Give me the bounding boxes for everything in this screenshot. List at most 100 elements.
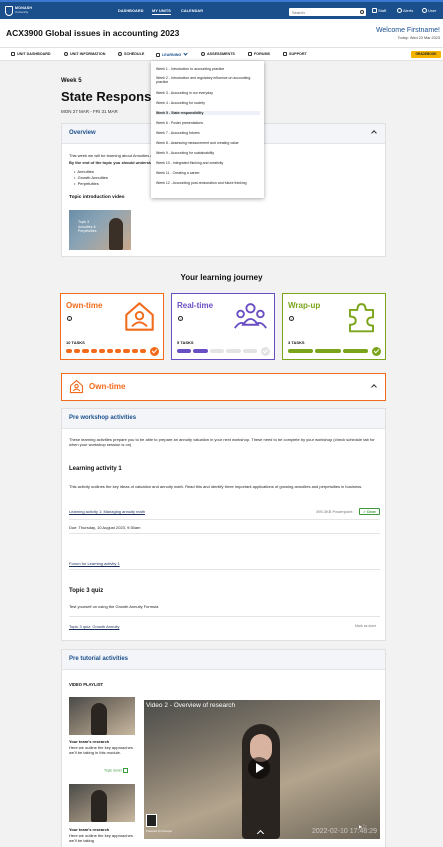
learning-dropdown-menu: Week 1 - Introduction to accounting prac… bbox=[151, 61, 264, 198]
tab-unit-dashboard[interactable]: UNIT DASHBOARD bbox=[11, 52, 51, 57]
week-dates: MON 27 MAR - FRI 31 MAR bbox=[61, 109, 118, 114]
dropdown-item-week-6[interactable]: Week 6 - Poster presentations bbox=[156, 121, 260, 125]
chevron-down-icon bbox=[183, 51, 188, 56]
progress-segment bbox=[139, 349, 146, 353]
pre-tutorial-header: Pre tutorial activities bbox=[62, 650, 385, 670]
journey-card-title: Real-time bbox=[177, 301, 214, 310]
pre-tutorial-title: Pre tutorial activities bbox=[69, 656, 129, 662]
course-title: ACX3900 Global issues in accounting 2023 bbox=[6, 28, 180, 38]
dropdown-item-week-12[interactable]: Week 12 - Accounting post-reckonation an… bbox=[156, 181, 260, 185]
tab-support[interactable]: SUPPORT bbox=[283, 52, 307, 57]
video-heading: Topic introduction video bbox=[69, 195, 125, 200]
intro-video-thumbnail[interactable]: Topic 3 Annuities & Perpetuities bbox=[69, 210, 131, 250]
nav-my-units[interactable]: MY UNITS bbox=[152, 9, 171, 15]
chat-icon bbox=[248, 52, 252, 57]
user-label: User bbox=[428, 8, 437, 13]
journey-card-real-time[interactable]: Real-time i 5 TASKS bbox=[171, 293, 275, 360]
activity-title: Learning activity 1 bbox=[69, 466, 122, 472]
objectives-heading: By the end of the topic you should under… bbox=[69, 160, 159, 165]
bullet-perpetuities: • Perpetuities bbox=[74, 181, 99, 186]
progress-segment bbox=[90, 349, 97, 353]
group-icon bbox=[234, 303, 267, 329]
divider bbox=[69, 533, 380, 534]
quiz-link[interactable]: Topic 3 quiz: Growth Annuity bbox=[69, 624, 119, 629]
presenter-figure bbox=[91, 703, 107, 735]
shield-icon bbox=[5, 6, 13, 16]
video-thumb-caption: Topic 3 Annuities & Perpetuities bbox=[78, 220, 96, 234]
search-input[interactable]: Search bbox=[289, 8, 366, 16]
mark-as-done-button[interactable]: Mark as done bbox=[355, 624, 376, 628]
tab-forums[interactable]: FORUMS bbox=[248, 52, 270, 57]
presenter-figure bbox=[91, 790, 107, 822]
tab-label: LEARNING bbox=[162, 53, 182, 57]
info-icon[interactable]: i bbox=[289, 316, 294, 321]
course-header: ACX3900 Global issues in accounting 2023… bbox=[0, 19, 443, 47]
dropdown-item-week-1[interactable]: Week 1 - Introduction to accounting prac… bbox=[156, 67, 260, 71]
quiz-description: Test yourself on using the Growth Annuit… bbox=[69, 604, 159, 609]
nav-dashboard[interactable]: DASHBOARD bbox=[118, 9, 144, 13]
own-time-section-header[interactable]: Own-time bbox=[61, 373, 386, 401]
nav-calendar[interactable]: CALENDAR bbox=[181, 9, 203, 13]
dropdown-item-week-8[interactable]: Week 8 - Assessing measurement and creat… bbox=[156, 141, 260, 145]
dropdown-item-week-7[interactable]: Week 7 - Accounting futures bbox=[156, 131, 260, 135]
tab-learning[interactable]: LEARNING bbox=[156, 51, 188, 58]
bell-icon bbox=[397, 8, 402, 14]
dropdown-item-week-10[interactable]: Week 10 - Integrated thinking and creati… bbox=[156, 161, 260, 165]
bullet-text: Annuities bbox=[77, 169, 94, 174]
info-icon[interactable]: i bbox=[67, 316, 72, 321]
activity-link[interactable]: Learning activity 1: Managing annuity ma… bbox=[69, 509, 145, 514]
chevron-up-icon[interactable] bbox=[371, 130, 377, 136]
chevron-up-icon[interactable] bbox=[371, 384, 377, 390]
info-icon[interactable]: i bbox=[178, 316, 183, 321]
playlist-thumbnail-1[interactable] bbox=[69, 697, 135, 735]
own-time-title: Own-time bbox=[89, 382, 126, 391]
playlist-item-title[interactable]: Your team's research bbox=[69, 827, 109, 832]
university-logo[interactable]: MONASH University bbox=[5, 6, 39, 16]
tab-assessments[interactable]: ASSESSMENTS bbox=[201, 52, 235, 57]
info-icon bbox=[64, 52, 68, 57]
tab-label: UNIT INFORMATION bbox=[70, 52, 106, 56]
dropdown-item-week-9[interactable]: Week 9 - Accounting for sustainability bbox=[156, 151, 260, 155]
alerts-button[interactable]: Alerts bbox=[397, 8, 413, 14]
progress-segment bbox=[209, 349, 225, 353]
clock-icon bbox=[118, 52, 122, 57]
dropdown-item-week-11[interactable]: Week 11 - Creating a career bbox=[156, 171, 260, 175]
dropdown-item-week-5[interactable]: Week 5 - State responsibility bbox=[156, 111, 260, 116]
puzzle-icon bbox=[349, 303, 374, 333]
pending-circle-icon bbox=[261, 346, 270, 356]
pre-workshop-card: Pre workshop activities These learning a… bbox=[61, 408, 386, 641]
user-button[interactable]: User bbox=[422, 8, 437, 14]
forum-link[interactable]: Forum for Learning activity 1 bbox=[69, 561, 120, 566]
playlist-item-desc: Here we outline the key approaches we'll… bbox=[69, 745, 133, 755]
journey-card-own-time[interactable]: Own-time i 10 TASKS bbox=[60, 293, 164, 360]
bullet-annuities: • Annuities bbox=[74, 169, 94, 174]
top-navbar: MONASH University DASHBOARD MY UNITS CAL… bbox=[0, 0, 443, 19]
journey-card-wrap-up[interactable]: Wrap-up i 3 TASKS bbox=[282, 293, 386, 360]
file-info: 395.3KB Powerpoint bbox=[316, 509, 353, 514]
tab-schedule[interactable]: SCHEDULE bbox=[118, 52, 145, 57]
progress-track bbox=[177, 346, 270, 356]
topic-done-status: Topic done! bbox=[104, 768, 128, 773]
welcome-message: Welcome Firstname! bbox=[375, 27, 440, 34]
tab-unit-information[interactable]: UNIT INFORMATION bbox=[64, 52, 106, 57]
overview-title: Overview bbox=[69, 130, 96, 136]
gradebook-button[interactable]: GRADEBOOK bbox=[411, 51, 441, 58]
progress-segment bbox=[315, 349, 341, 353]
playlist-item-title[interactable]: Your team's research bbox=[69, 739, 109, 744]
dropdown-item-week-2[interactable]: Week 2 - Introduction and regulatory inf… bbox=[156, 76, 260, 85]
progress-segment bbox=[242, 349, 257, 353]
staff-button[interactable]: Staff bbox=[372, 8, 386, 14]
search-icon[interactable] bbox=[360, 9, 364, 14]
playlist-thumbnail-2[interactable] bbox=[69, 784, 135, 822]
task-count: 5 TASKS bbox=[177, 340, 194, 345]
tab-label: SCHEDULE bbox=[124, 52, 145, 56]
progress-segment bbox=[66, 349, 73, 353]
video-player[interactable]: Video 2 - Overview of research Powered b… bbox=[144, 700, 380, 839]
done-button[interactable]: ✓ Done bbox=[359, 508, 380, 515]
progress-segment bbox=[74, 349, 81, 353]
tab-label: ASSESSMENTS bbox=[207, 52, 235, 56]
progress-segment bbox=[177, 349, 192, 353]
dropdown-item-week-4[interactable]: Week 4 - Accounting for society bbox=[156, 101, 260, 105]
play-icon[interactable] bbox=[248, 757, 270, 779]
dropdown-item-week-3[interactable]: Week 3 - Accounting in our everyday bbox=[156, 91, 260, 95]
